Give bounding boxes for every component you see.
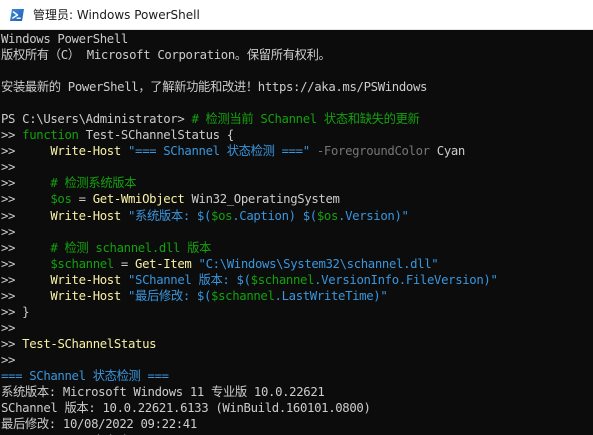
terminal-text-segment: $os (50, 192, 72, 207)
terminal-line: >> Write-Host "最后修改: $($schannel.LastWri… (1, 288, 593, 304)
terminal-text-segment: "系统版本: $( (127, 208, 212, 223)
terminal-text-segment: $schannel (211, 288, 275, 303)
terminal-line: SChannel 版本: 10.0.22621.6133 (WinBuild.1… (1, 400, 593, 416)
terminal-text-segment: $schannel (50, 256, 114, 271)
terminal-text-segment: function (22, 128, 79, 143)
terminal-text-segment: Get-WmiObject (92, 192, 185, 207)
terminal-line: >> Write-Host "系统版本: $($os.Caption) $($o… (1, 208, 593, 224)
terminal-text-segment: Cyan (429, 144, 466, 159)
terminal-text-segment: SChannel 版本: 10.0.22621.6133 (WinBuild.1… (1, 401, 371, 416)
terminal-text-segment: $schannel (250, 272, 315, 287)
terminal-line: 系统版本: Microsoft Windows 11 专业版 10.0.2262… (1, 384, 593, 400)
terminal-line: >> $schannel = Get-Item "C:\Windows\Syst… (1, 256, 593, 272)
terminal-console[interactable]: Windows PowerShell 版权所有（C） Microsoft Corp… (0, 30, 593, 435)
terminal-text-segment: # 检测系统版本 (50, 176, 137, 191)
terminal-text-segment: Get-Item (135, 256, 192, 271)
terminal-line: PS C:\Users\Administrator> # 检测当前 SChann… (1, 111, 593, 127)
window-title: 管理员: Windows PowerShell (33, 8, 200, 22)
terminal-text-segment: >> (1, 192, 51, 207)
title-bar[interactable]: 管理员: Windows PowerShell (0, 0, 593, 30)
terminal-line: 安装最新的 PowerShell，了解新功能和改进！https://aka.ms… (1, 79, 593, 95)
terminal-text-segment: >> (1, 224, 16, 239)
terminal-line: >> $os = Get-WmiObject Win32_OperatingSy… (1, 191, 593, 207)
terminal-text-segment: # 检测当前 SChannel 状态和缺失的更新 (191, 112, 420, 127)
terminal-text-segment: >> (1, 128, 23, 143)
terminal-text-segment: >> (1, 336, 23, 351)
terminal-text-segment: 最后修改: 10/08/2022 09:22:41 (1, 417, 197, 432)
terminal-line: >> (1, 224, 593, 240)
terminal-text-segment: Write-Host (50, 144, 121, 159)
terminal-text-segment: Write-Host (50, 288, 121, 303)
terminal-text-segment: >> } (1, 304, 30, 319)
terminal-text-segment: 系统版本: Microsoft Windows 11 专业版 10.0.2262… (1, 385, 325, 400)
terminal-text-segment: .Caption) $( (232, 208, 317, 223)
terminal-line: >> (1, 320, 593, 336)
terminal-line: >> # 检测 schannel.dll 版本 (1, 240, 593, 256)
terminal-text-segment: 版权所有（C） Microsoft Corporation。保留所有权利。 (1, 48, 331, 63)
terminal-text-segment: >> (1, 144, 51, 159)
terminal-text-segment: >> (1, 160, 16, 175)
terminal-text-segment: "SChannel 版本: $( (127, 272, 251, 287)
terminal-text-segment: Write-Host (50, 272, 121, 287)
terminal-text-segment: Test-SChannelStatus (22, 336, 157, 351)
terminal-line: 最后修改: 10/08/2022 09:22:41 (1, 416, 593, 432)
terminal-text-segment: Write-Host (50, 208, 121, 223)
terminal-text-segment: >> (1, 288, 51, 303)
terminal-text-segment: 安装最新的 PowerShell，了解新功能和改进！https://aka.ms… (1, 80, 428, 95)
terminal-text-segment: $os (211, 208, 233, 223)
terminal-line: >> } (1, 304, 593, 320)
terminal-text-segment: Win32_OperatingSystem (184, 192, 340, 207)
terminal-line: >> (1, 159, 593, 175)
terminal-text-segment: = (71, 192, 93, 207)
terminal-text-segment: >> (1, 352, 16, 367)
terminal-text-segment: "C:\Windows\System32\schannel.dll" (198, 256, 439, 271)
terminal-text-segment: # 检测 schannel.dll 版本 (50, 240, 212, 255)
terminal-text-segment: >> (1, 176, 51, 191)
terminal-text-segment: "最后修改: $( (127, 288, 212, 303)
terminal-text-segment: >> (1, 240, 51, 255)
terminal-text-segment: $os (316, 208, 339, 223)
terminal-text-segment: >> (1, 208, 51, 223)
terminal-line: >> Write-Host "=== SChannel 状态检测 ===" -F… (1, 143, 593, 159)
terminal-line: Windows PowerShell (1, 31, 593, 47)
terminal-text-segment: .Version)" (338, 208, 409, 223)
terminal-text-segment: >> (1, 320, 16, 335)
terminal-line: 版权所有（C） Microsoft Corporation。保留所有权利。 (1, 47, 593, 63)
terminal-text-segment: .LastWriteTime)" (274, 288, 388, 303)
terminal-text-segment: >> (1, 256, 51, 271)
terminal-line: >> (1, 352, 593, 368)
powershell-icon (10, 8, 24, 21)
terminal-text-segment: = (113, 256, 136, 271)
terminal-text-segment: .VersionInfo.FileVersion)" (314, 272, 498, 287)
terminal-line: >> # 检测系统版本 (1, 175, 593, 191)
terminal-text-segment: -ForegroundColor (316, 144, 430, 159)
terminal-text-segment: Windows PowerShell (1, 32, 128, 46)
terminal-line: >> Write-Host "SChannel 版本: $($schannel.… (1, 272, 593, 288)
terminal-text-segment: "=== SChannel 状态检测 ===" (127, 144, 310, 159)
terminal-text-segment: Test-SChannelStatus { (78, 128, 234, 143)
terminal-line: === SChannel 状态检测 === (1, 368, 593, 384)
terminal-text-segment: === SChannel 状态检测 === (1, 368, 169, 383)
terminal-line: >> Test-SChannelStatus (1, 336, 593, 352)
terminal-line: >> function Test-SChannelStatus { (1, 127, 593, 143)
terminal-text-segment: >> (1, 272, 51, 287)
terminal-text-segment: PS C:\Users\Administrator> (1, 112, 192, 127)
powershell-window: 管理员: Windows PowerShell Windows PowerShe… (0, 0, 593, 435)
